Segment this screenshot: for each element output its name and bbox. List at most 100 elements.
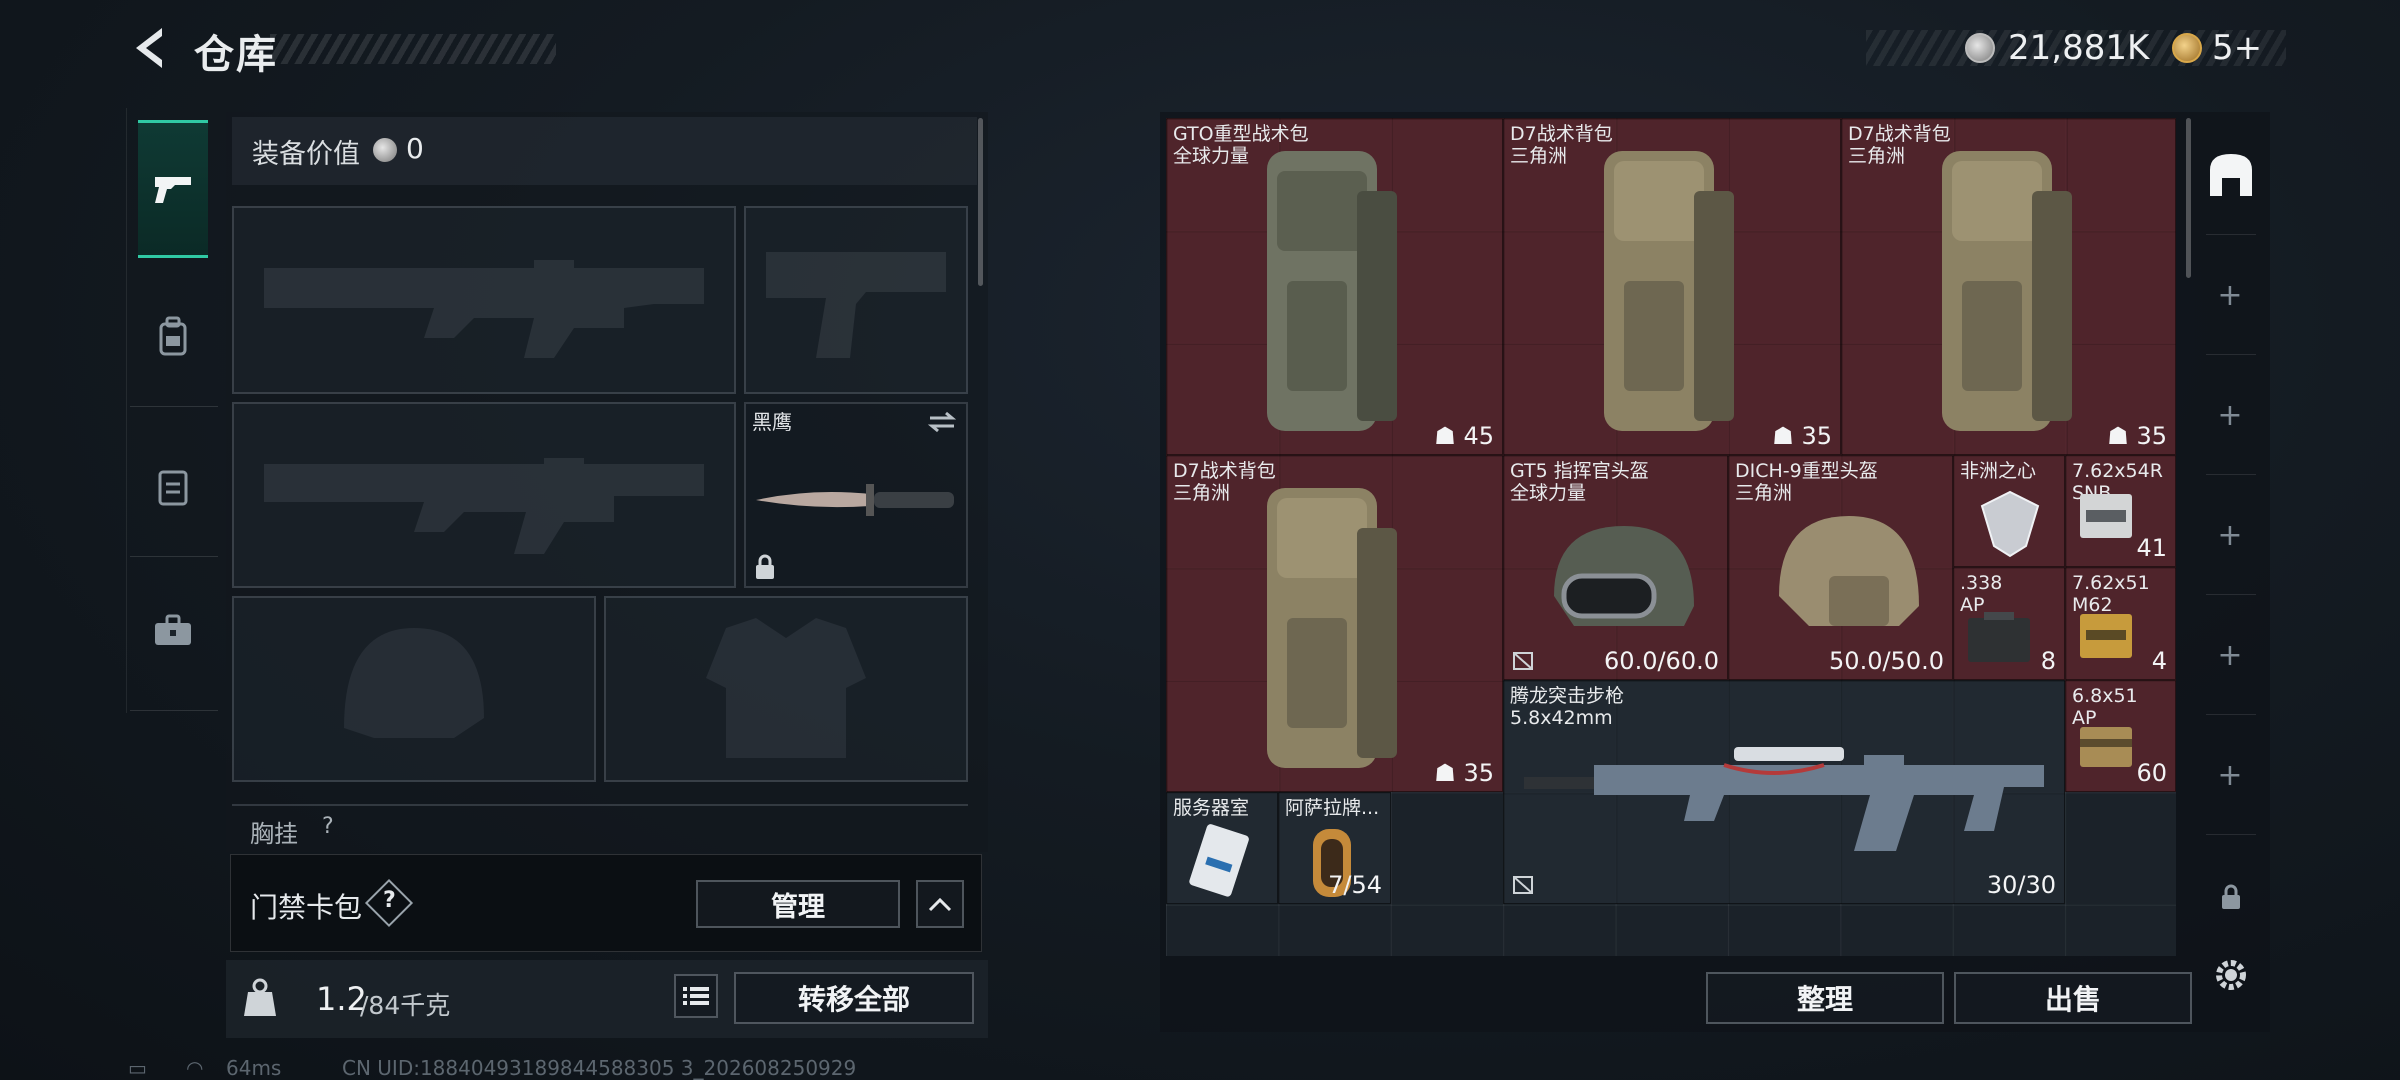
add-storage-button[interactable]: +: [2216, 401, 2244, 431]
lock-icon: [756, 554, 774, 579]
item-name: GT5 指挥官头盔 全球力量: [1510, 460, 1649, 504]
item-count: 60: [2136, 759, 2167, 787]
backpack-icon: [159, 316, 187, 356]
inventory-item[interactable]: 服务器室: [1166, 792, 1278, 904]
item-durability: 60.0/60.0: [1604, 647, 1719, 675]
item-name: 阿萨拉牌...: [1285, 797, 1380, 819]
diamond-icon: [1980, 490, 2040, 558]
sidearm-slot[interactable]: [744, 206, 968, 394]
currency-silver-amount: 21,881K: [2008, 28, 2150, 68]
item-count: 4: [2151, 647, 2167, 675]
back-icon[interactable]: [128, 24, 172, 72]
weight-max: /84千克: [360, 991, 451, 1020]
inventory-item[interactable]: .338 AP 8: [1953, 567, 2065, 680]
rifle-silhouette-icon: [264, 260, 704, 358]
inventory-item[interactable]: 7.62x54R SNB 41: [2065, 455, 2176, 567]
collapse-button[interactable]: [916, 880, 964, 928]
add-storage-button[interactable]: +: [2216, 281, 2244, 311]
gear-icon[interactable]: [2210, 954, 2252, 996]
rail-divider: [130, 406, 218, 407]
inventory-item[interactable]: 非洲之心: [1953, 455, 2065, 567]
tab-backpack[interactable]: [138, 290, 208, 382]
melee-name: 黑鹰: [752, 410, 792, 434]
wifi-icon: ◠: [186, 1056, 204, 1080]
inventory-item[interactable]: GTO重型战术包 全球力量 ☗ 45: [1166, 118, 1503, 455]
add-storage-button[interactable]: +: [2216, 641, 2244, 671]
backpack-icon: [1942, 151, 2072, 431]
silver-coin-icon: [1965, 33, 1995, 63]
tab-armor[interactable]: [138, 440, 208, 532]
backpack-icon: [1604, 151, 1734, 431]
no-repair-icon: [1513, 876, 1533, 894]
inventory-item[interactable]: 6.8x51 AP 60: [2065, 680, 2176, 792]
equipment-value: 0: [406, 132, 424, 165]
page-title: 仓库: [194, 32, 278, 78]
backpack-icon: [1267, 488, 1397, 768]
helmet-slot[interactable]: [232, 596, 596, 782]
gold-coin-icon: [2172, 33, 2202, 63]
rail-divider: [130, 710, 218, 711]
ammo-can-icon: [1968, 612, 2030, 662]
secondary-weapon-slot[interactable]: [232, 402, 736, 588]
ammo-box-icon: [2080, 614, 2132, 658]
item-count: ☗ 35: [1772, 422, 1832, 450]
equipment-value-label: 装备价值: [252, 139, 360, 170]
primary-weapon-slot[interactable]: [232, 206, 736, 394]
tab-toolbox[interactable]: [138, 584, 208, 676]
chest-rig-section[interactable]: 胸挂 ?: [232, 804, 968, 850]
armor-silhouette-icon: [706, 618, 866, 758]
chest-rig-count: ?: [322, 814, 334, 839]
helmet-icon: [1554, 526, 1694, 626]
side-divider: [2206, 834, 2256, 835]
inventory-item[interactable]: D7战术背包 三角洲 ☗ 35: [1503, 118, 1841, 455]
tab-weapons[interactable]: [138, 120, 208, 258]
item-name: 服务器室: [1173, 797, 1250, 819]
equipment-scrollbar[interactable]: [978, 118, 983, 286]
inventory-item[interactable]: D7战术背包 三角洲 ☗ 35: [1841, 118, 2176, 455]
ammo-box-icon: [2080, 494, 2132, 538]
keycard-label: 门禁卡包: [250, 891, 363, 924]
silver-coin-icon: [373, 138, 397, 162]
list-icon: [683, 987, 709, 1005]
add-storage-button[interactable]: +: [2216, 521, 2244, 551]
inventory-item[interactable]: 阿萨拉牌... 7/54: [1278, 792, 1391, 904]
transfer-all-button[interactable]: 转移全部: [734, 972, 974, 1024]
chest-rig-label: 胸挂: [250, 820, 298, 848]
item-count: ☗ 35: [2107, 422, 2167, 450]
inventory-scrollbar[interactable]: [2186, 118, 2191, 278]
melee-slot[interactable]: 黑鹰: [744, 402, 968, 588]
title-decoration: [270, 34, 556, 64]
inventory-item[interactable]: 7.62x51 M62 4: [2065, 567, 2176, 680]
helmet-silhouette-icon: [344, 628, 484, 738]
inventory-item[interactable]: GT5 指挥官头盔 全球力量 60.0/60.0: [1503, 455, 1728, 680]
help-mark: ?: [383, 888, 396, 913]
side-divider: [2206, 594, 2256, 595]
manage-button[interactable]: 管理: [696, 880, 900, 928]
swap-icon[interactable]: [926, 410, 958, 434]
inventory-item[interactable]: DICH-9重型头盔 三角洲 50.0/50.0: [1728, 455, 1953, 680]
keycard-icon: [1189, 824, 1249, 897]
add-storage-button[interactable]: +: [2216, 761, 2244, 791]
warehouse-icon[interactable]: [2206, 150, 2256, 200]
inventory-item[interactable]: D7战术背包 三角洲 ☗ 35: [1166, 455, 1503, 792]
item-count: 41: [2136, 534, 2167, 562]
rifle-silhouette-icon: [264, 458, 704, 554]
helmet-icon: [1779, 516, 1919, 626]
battery-icon: ▭: [128, 1056, 147, 1080]
ammo-box-icon: [2080, 727, 2132, 767]
sell-button[interactable]: 出售: [1954, 972, 2192, 1024]
list-view-button[interactable]: [674, 974, 718, 1018]
toolbox-icon: [155, 614, 191, 645]
side-divider: [2206, 234, 2256, 235]
backpack-icon: [1267, 151, 1397, 431]
organize-button[interactable]: 整理: [1706, 972, 1944, 1024]
inventory-grid: GTO重型战术包 全球力量 ☗ 45 D7战术背包 三角洲 ☗ 35 D7战术背包三…: [1166, 118, 2176, 956]
currency-gold-amount: 5+: [2212, 28, 2263, 68]
inventory-item[interactable]: 腾龙突击步枪 5.8x42mm 30/30: [1503, 680, 2065, 904]
chevron-up-icon: [928, 897, 952, 912]
rail-divider: [130, 556, 218, 557]
no-repair-icon: [1513, 652, 1533, 670]
body-armor-slot[interactable]: [604, 596, 968, 782]
pistol-icon: [155, 177, 191, 203]
pistol-silhouette-icon: [766, 252, 946, 358]
